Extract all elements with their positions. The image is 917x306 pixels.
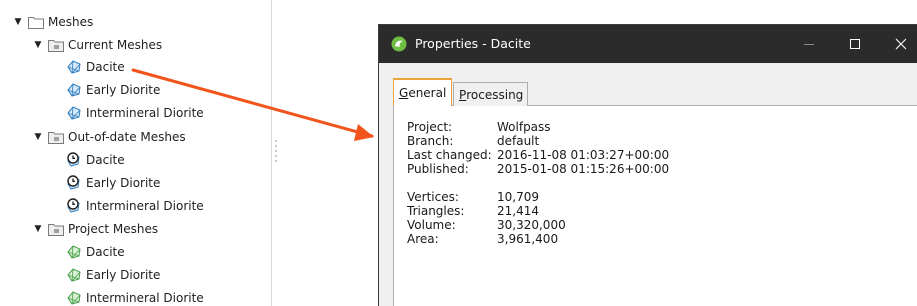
tree-node-label: Out-of-date Meshes <box>68 130 186 144</box>
expand-triangle-icon[interactable]: ▼ <box>32 132 44 142</box>
tree-item-label: Early Diorite <box>86 176 161 190</box>
prop-row-triangles: Triangles: 21,414 <box>407 204 539 218</box>
folder-icon <box>48 129 64 145</box>
project-tree: ▼ Meshes ▼ Current Meshes Dacite Early D… <box>0 0 272 306</box>
tree-item-label: Early Diorite <box>86 268 161 282</box>
minimize-icon <box>804 44 814 45</box>
folder-icon <box>48 37 64 53</box>
tree-node-out-of-date-meshes[interactable]: ▼ Out-of-date Meshes <box>32 126 186 148</box>
tree-item-label: Dacite <box>86 245 125 259</box>
mesh-icon <box>66 105 82 121</box>
tree-item-label: Intermineral Diorite <box>86 199 204 213</box>
properties-dialog: Properties - Dacite General Processing P… <box>378 24 917 306</box>
prop-value: 2015-01-08 01:15:26+00:00 <box>497 162 670 176</box>
prop-key: Triangles: <box>407 204 465 218</box>
prop-value: 10,709 <box>497 190 539 204</box>
expand-triangle-icon[interactable]: ▼ <box>32 224 44 234</box>
tab-general[interactable]: General <box>393 78 453 106</box>
prop-row-project: Project: Wolfpass <box>407 120 551 134</box>
tree-item-label: Dacite <box>86 60 125 74</box>
tree-item-dacite-outdated[interactable]: Dacite <box>66 149 125 171</box>
tree-node-project-meshes[interactable]: ▼ Project Meshes <box>32 218 158 240</box>
prop-key: Branch: <box>407 134 454 148</box>
tree-node-label: Project Meshes <box>68 222 159 236</box>
tree-item-dacite-project[interactable]: Dacite <box>66 241 125 263</box>
prop-value: 30,320,000 <box>497 218 566 232</box>
prop-row-branch: Branch: default <box>407 134 539 148</box>
folder-icon <box>28 14 44 30</box>
tab-processing[interactable]: Processing <box>453 82 528 106</box>
mesh-out-of-date-icon <box>66 198 82 214</box>
tree-item-label: Intermineral Diorite <box>86 291 204 305</box>
tree-item-intermineral-diorite-project[interactable]: Intermineral Diorite <box>66 287 204 306</box>
tree-item-early-diorite-project[interactable]: Early Diorite <box>66 264 160 286</box>
tree-item-dacite[interactable]: Dacite <box>66 56 125 78</box>
mesh-icon <box>66 59 82 75</box>
tree-item-intermineral-diorite[interactable]: Intermineral Diorite <box>66 102 204 124</box>
tree-node-meshes[interactable]: ▼ Meshes <box>12 11 93 33</box>
dialog-body: General Processing Project: Wolfpass Bran… <box>379 63 917 306</box>
tree-item-early-diorite-outdated[interactable]: Early Diorite <box>66 172 160 194</box>
prop-row-area: Area: 3,961,400 <box>407 232 558 246</box>
prop-key: Vertices: <box>407 190 459 204</box>
tab-mnemonic: P <box>459 87 467 102</box>
maximize-button[interactable] <box>832 25 878 63</box>
tree-node-current-meshes[interactable]: ▼ Current Meshes <box>32 34 162 56</box>
prop-key: Project: <box>407 120 453 134</box>
prop-row-vertices: Vertices: 10,709 <box>407 190 539 204</box>
general-panel: Project: Wolfpass Branch: default Last cha… <box>393 105 917 306</box>
tab-label-rest: rocessing <box>466 87 524 102</box>
prop-row-last-changed: Last changed: 2016-11-08 01:03:27+00:00 <box>407 148 669 162</box>
prop-key: Area: <box>407 232 439 246</box>
pane-splitter[interactable] <box>275 140 277 166</box>
tree-item-label: Early Diorite <box>86 83 161 97</box>
prop-value: Wolfpass <box>497 120 551 134</box>
tab-mnemonic: G <box>399 86 409 100</box>
prop-key: Published: <box>407 162 469 176</box>
expand-triangle-icon[interactable]: ▼ <box>12 17 24 27</box>
mesh-project-icon <box>66 267 82 283</box>
prop-key: Volume: <box>407 218 456 232</box>
tree-item-intermineral-diorite-outdated[interactable]: Intermineral Diorite <box>66 195 204 217</box>
tree-node-label: Current Meshes <box>68 38 163 52</box>
mesh-out-of-date-icon <box>66 175 82 191</box>
mesh-out-of-date-icon <box>66 152 82 168</box>
mesh-project-icon <box>66 244 82 260</box>
minimize-button[interactable] <box>786 25 832 63</box>
prop-value: 2016-11-08 01:03:27+00:00 <box>497 148 670 162</box>
prop-value: default <box>497 134 540 148</box>
expand-triangle-icon[interactable]: ▼ <box>32 40 44 50</box>
tree-item-label: Intermineral Diorite <box>86 106 204 120</box>
prop-value: 21,414 <box>497 204 539 218</box>
tab-label-rest: eneral <box>408 86 447 100</box>
prop-row-published: Published: 2015-01-08 01:15:26+00:00 <box>407 162 669 176</box>
mesh-project-icon <box>66 290 82 306</box>
dialog-title: Properties - Dacite <box>415 36 531 51</box>
tree-item-label: Dacite <box>86 153 125 167</box>
maximize-icon <box>850 39 860 49</box>
prop-key: Last changed: <box>407 148 492 162</box>
prop-row-volume: Volume: 30,320,000 <box>407 218 566 232</box>
dialog-titlebar[interactable]: Properties - Dacite <box>379 25 917 63</box>
close-icon <box>895 38 907 50</box>
tree-node-label: Meshes <box>48 15 94 29</box>
close-button[interactable] <box>878 25 917 63</box>
folder-icon <box>48 221 64 237</box>
mesh-icon <box>66 82 82 98</box>
tree-item-early-diorite[interactable]: Early Diorite <box>66 79 160 101</box>
leapfrog-app-icon <box>391 36 407 52</box>
prop-value: 3,961,400 <box>497 232 559 246</box>
